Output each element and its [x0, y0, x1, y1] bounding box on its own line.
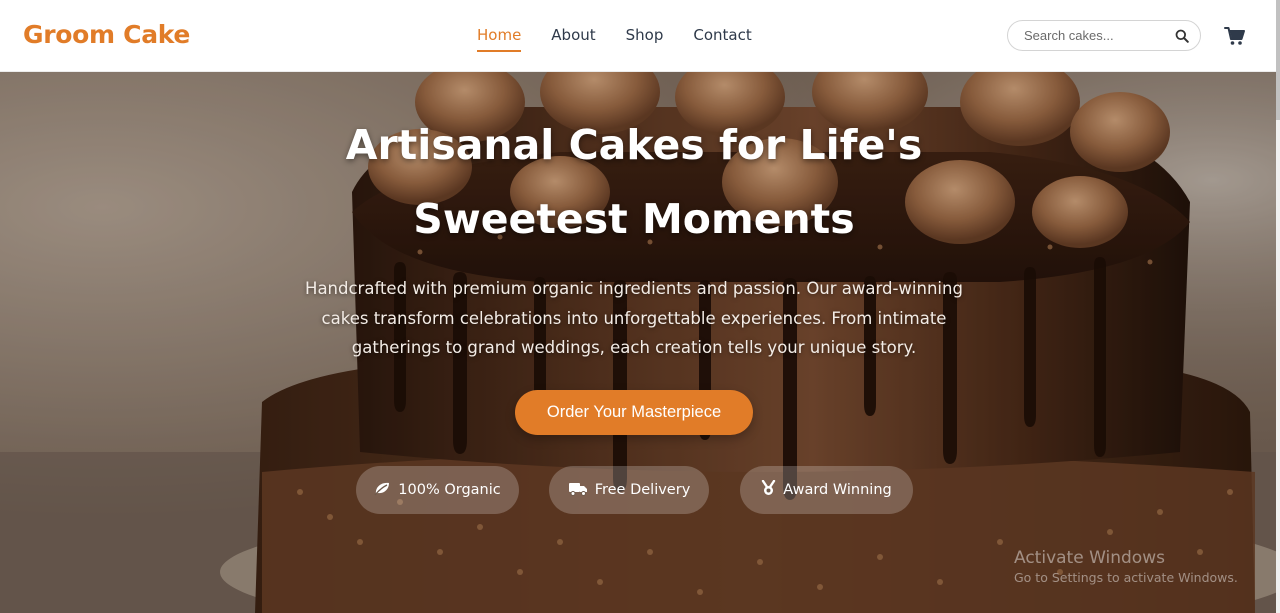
brand-logo[interactable]: Groom Cake: [23, 20, 190, 49]
nav-home[interactable]: Home: [477, 26, 522, 52]
truck-icon: [568, 481, 588, 500]
leaf-icon: [374, 481, 391, 500]
site-header: Groom Cake Home About Shop Contact: [0, 0, 1276, 72]
hero-title: Artisanal Cakes for Life's Sweetest Mome…: [0, 108, 1268, 256]
order-button[interactable]: Order Your Masterpiece: [515, 390, 753, 435]
badge-delivery: Free Delivery: [549, 466, 709, 514]
hero-title-line-2: Sweetest Moments: [413, 195, 855, 243]
search-icon[interactable]: [1174, 28, 1190, 44]
medal-icon: [761, 479, 776, 500]
windows-activation-watermark: Activate Windows Go to Settings to activ…: [1014, 548, 1238, 585]
hero-title-line-1: Artisanal Cakes for Life's: [345, 121, 923, 169]
page-scrollbar[interactable]: [1276, 0, 1280, 613]
nav-shop[interactable]: Shop: [626, 26, 664, 52]
hero-description: Handcrafted with premium organic ingredi…: [305, 279, 963, 357]
nav-contact[interactable]: Contact: [693, 26, 751, 52]
scrollbar-thumb[interactable]: [1276, 0, 1280, 120]
main-nav: Home About Shop Contact: [477, 26, 782, 52]
badge-label: Free Delivery: [594, 482, 691, 498]
badge-label: 100% Organic: [398, 482, 501, 498]
page: Groom Cake Home About Shop Contact Searc…: [0, 0, 1280, 613]
badge-label: Award Winning: [783, 482, 892, 498]
badge-award: Award Winning: [740, 466, 913, 514]
watermark-subtitle: Go to Settings to activate Windows.: [1014, 570, 1238, 585]
nav-about[interactable]: About: [551, 26, 595, 52]
search-box: [1007, 20, 1201, 51]
watermark-title: Activate Windows: [1014, 548, 1165, 568]
search-input[interactable]: [1024, 28, 1174, 43]
hero-section: Artisanal Cakes for Life's Sweetest Mome…: [0, 72, 1276, 613]
badge-organic: 100% Organic: [356, 466, 519, 514]
cart-icon[interactable]: [1224, 25, 1246, 47]
